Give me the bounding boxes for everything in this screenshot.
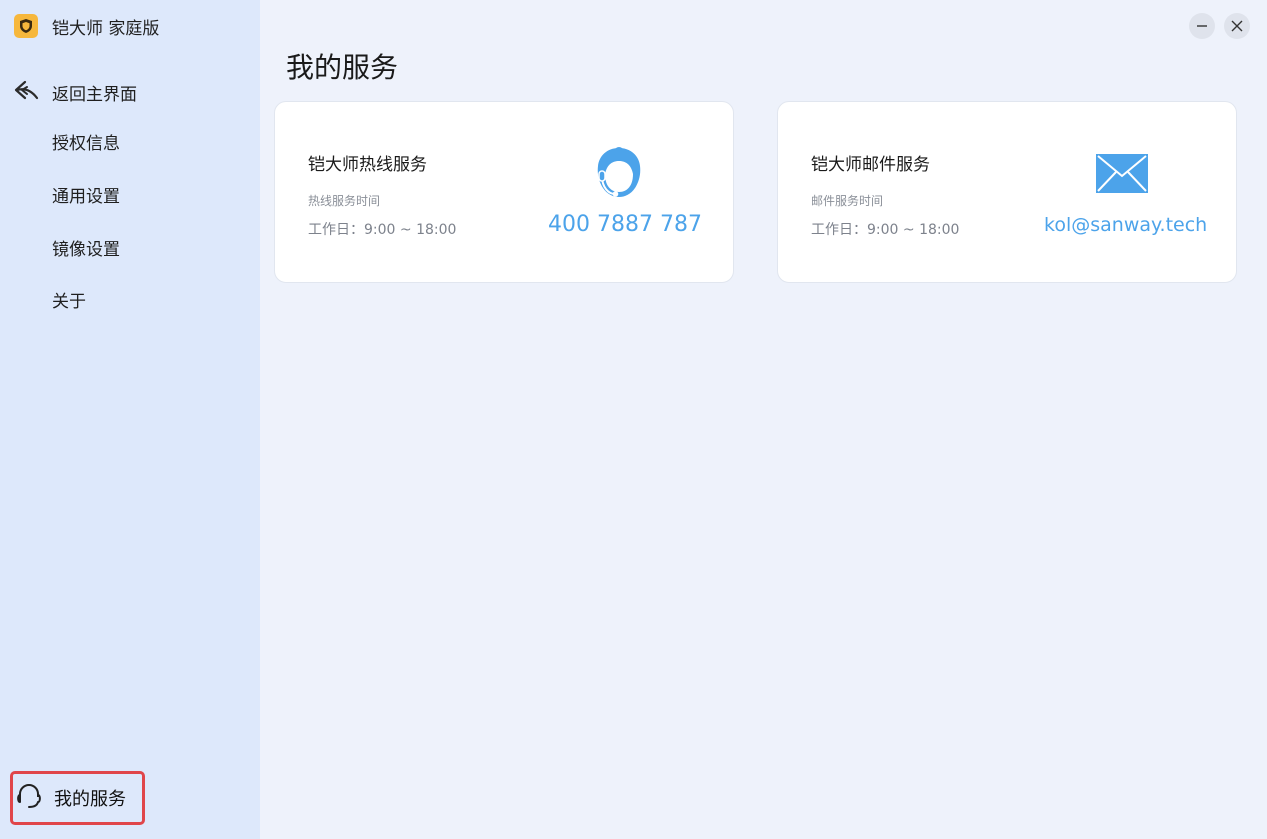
card-hours: 工作日：9:00 ~ 18:00 [811,222,960,238]
back-to-main-button[interactable]: 返回主界面 [14,78,137,106]
minimize-button[interactable] [1189,13,1215,39]
shield-logo-icon [14,14,38,38]
minimize-icon [1196,17,1208,36]
sidebar-item-license[interactable]: 授权信息 [52,131,120,157]
card-subtitle: 邮件服务时间 [811,194,884,208]
email-service-card: 铠大师邮件服务 邮件服务时间 工作日：9:00 ~ 18:00 kol@sanw… [777,101,1237,283]
envelope-icon [1096,154,1148,198]
sidebar-item-general-settings[interactable]: 通用设置 [52,184,120,210]
close-button[interactable] [1224,13,1250,39]
my-services-label: 我的服务 [54,789,126,810]
hotline-number-link[interactable]: 400 7887 787 [548,212,702,237]
sidebar: 铠大师 家庭版 返回主界面 授权信息 通用设置 镜像设置 关于 我的服务 [0,0,260,839]
headset-icon [16,782,42,814]
sidebar-item-about[interactable]: 关于 [52,289,86,315]
hotline-service-card: 铠大师热线服务 热线服务时间 工作日：9:00 ~ 18:00 400 7887… [274,101,734,283]
card-hours: 工作日：9:00 ~ 18:00 [308,222,457,238]
sidebar-item-my-services[interactable]: 我的服务 [10,771,145,825]
email-address-link[interactable]: kol@sanway.tech [1044,214,1207,236]
card-title: 铠大师热线服务 [308,155,427,175]
back-label: 返回主界面 [52,84,137,105]
customer-service-icon [593,144,645,204]
close-icon [1231,17,1243,36]
card-subtitle: 热线服务时间 [308,194,381,208]
sidebar-item-image-settings[interactable]: 镜像设置 [52,237,120,263]
card-title: 铠大师邮件服务 [811,155,930,175]
page-title: 我的服务 [286,51,399,84]
app-title: 铠大师 家庭版 [52,18,160,39]
app-header: 铠大师 家庭版 [14,13,159,39]
back-arrow-icon [14,79,40,105]
